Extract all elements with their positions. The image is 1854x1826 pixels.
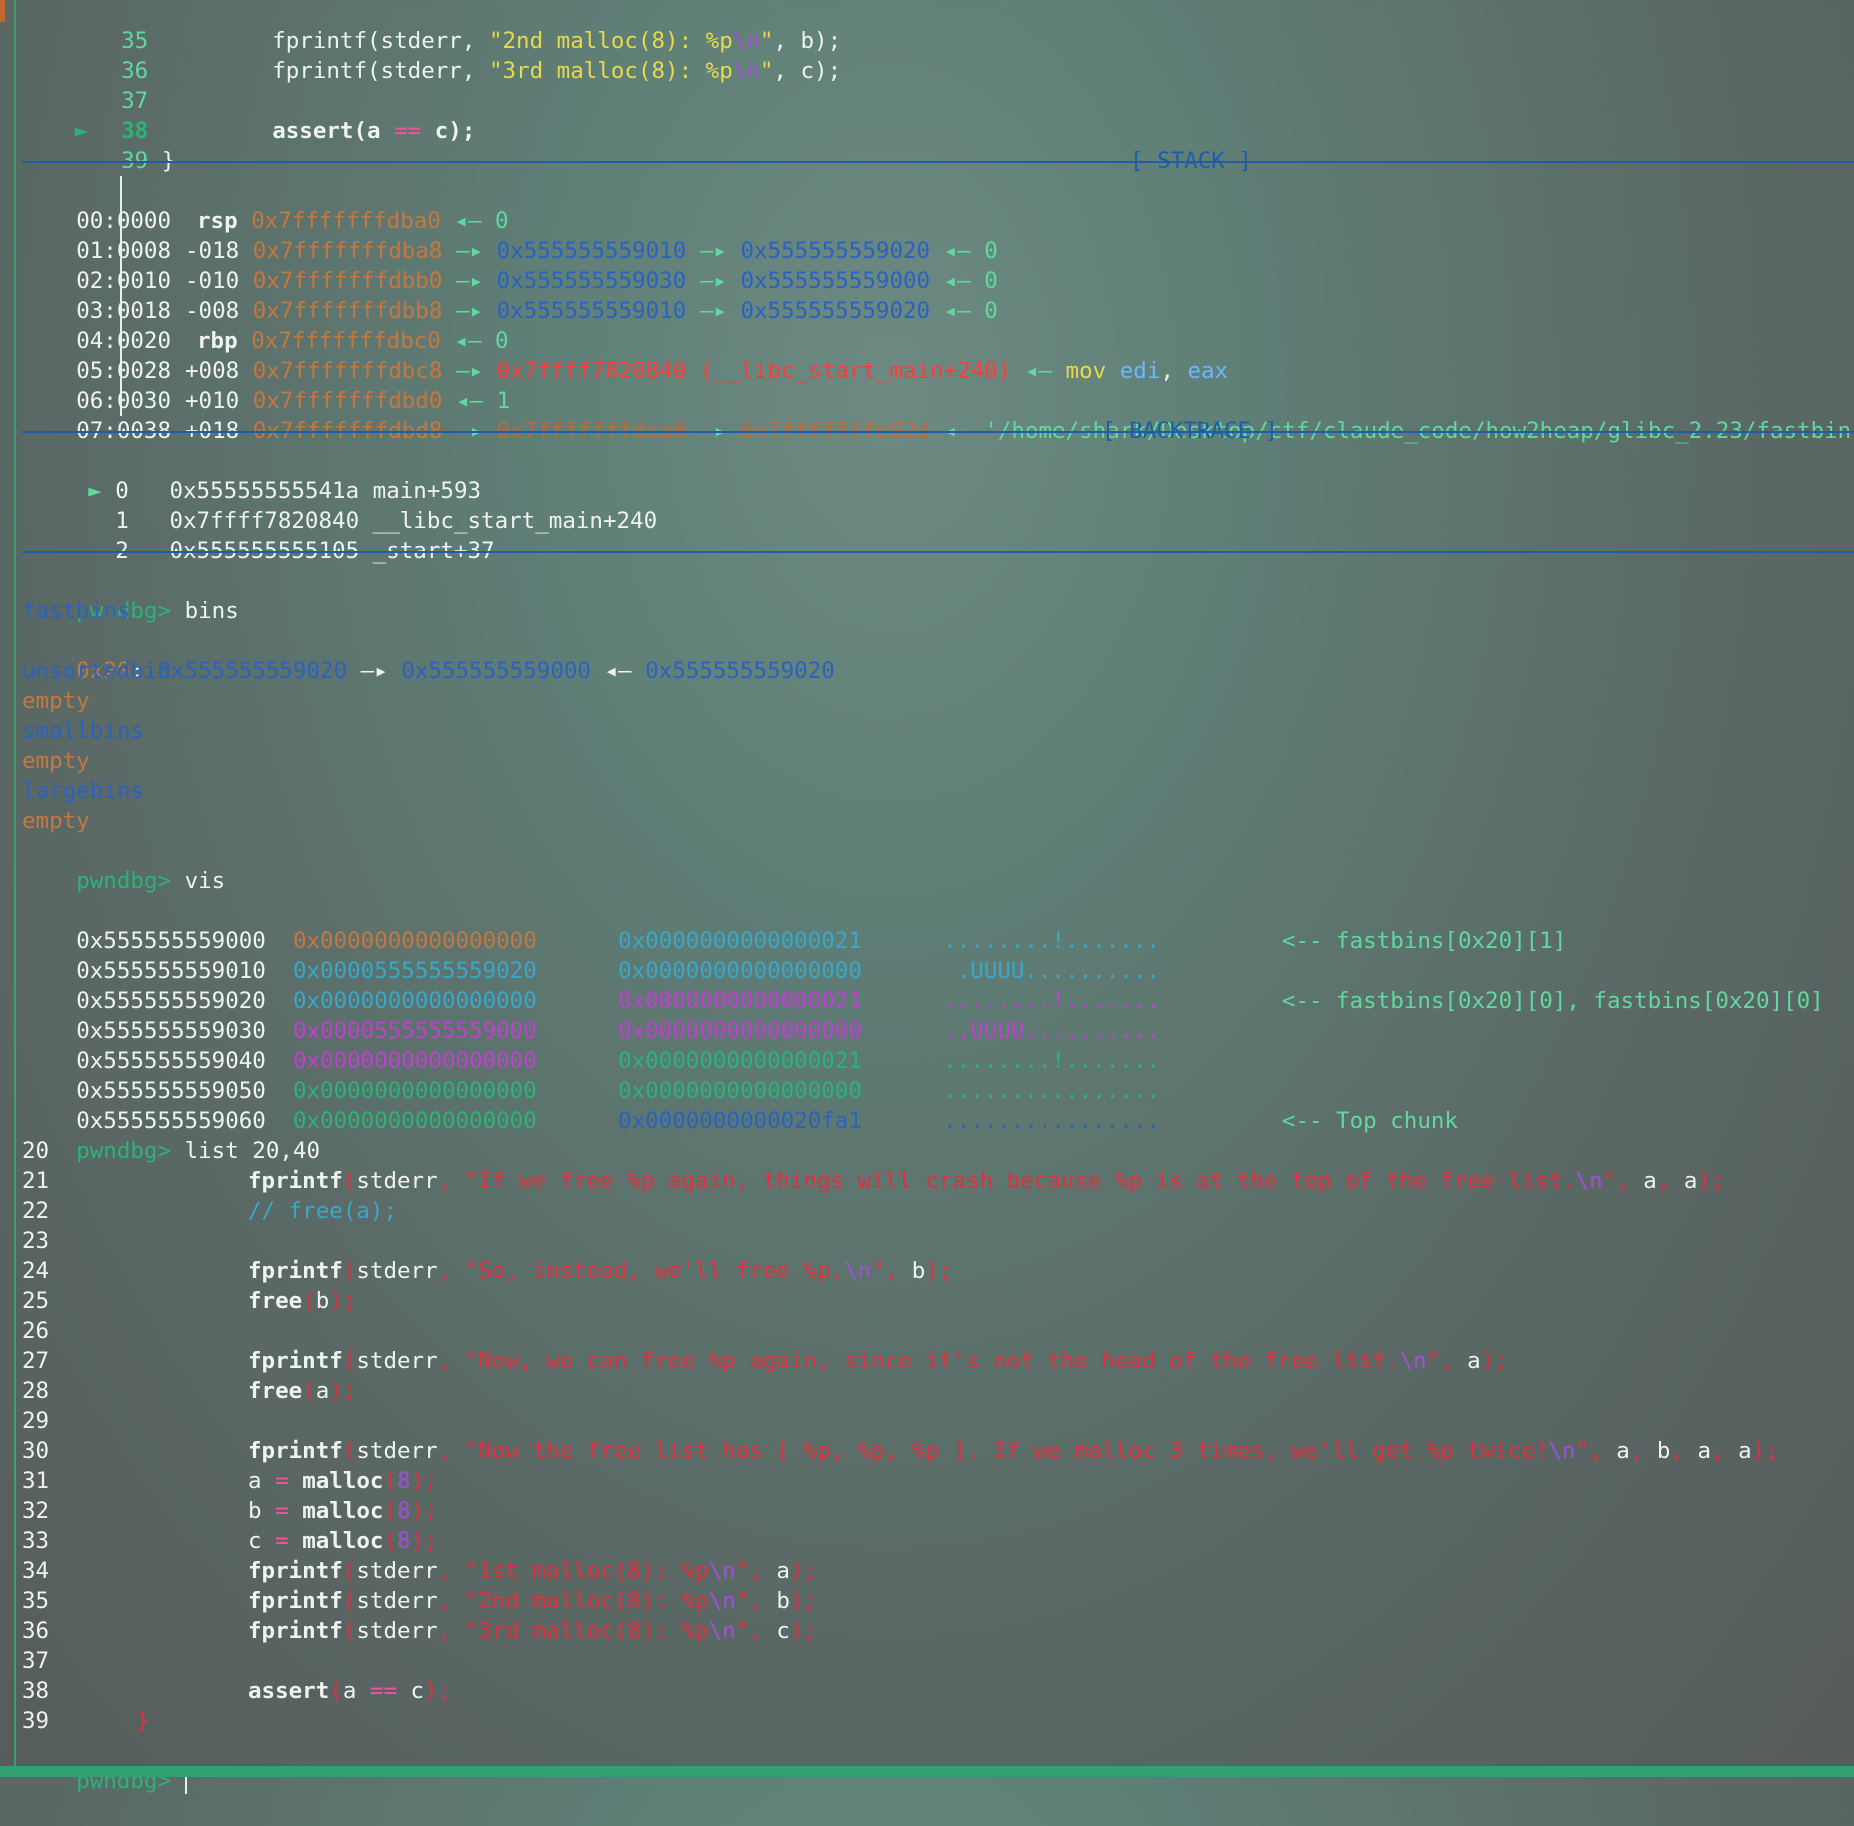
list-line: 27 fprintf(stderr, "Now, we can free %p a… [22,1348,1508,1374]
source-line: 37 [121,88,149,114]
list-line: 39} [22,1708,150,1734]
source-line: 35 fprintf(stderr, "2nd malloc(8): %p\n",… [121,28,842,54]
vis-row: 0x555555559040 0x0000000000000000 0x0000… [76,1048,1160,1074]
vis-row: 0x555555559020 0x0000000000000000 0x0000… [76,988,1824,1014]
pane-left-border [14,0,16,1766]
stack-row: 01:0008 -018 0x7fffffffdba8 —▸ 0x55555555… [76,238,998,264]
stack-row: 06:0030 +010 0x7fffffffdbd0 ◂— 1 [76,388,511,414]
terminal-window[interactable]: 35 fprintf(stderr, "2nd malloc(8): %p\n",… [0,0,1854,1794]
stack-row: 07:0038 +018 0x7fffffffdbd8 —▸ 0x7fffffff… [76,418,1852,444]
backtrace-frame: 2 0x555555555105 _start+37 [115,538,495,564]
command-line[interactable]: pwndbg> list 20,40 [22,1106,320,1164]
list-line: 23 [22,1228,50,1254]
vis-row: 0x555555559030 0x0000555555559000 0x0000… [76,1018,1160,1044]
backtrace-title: [ BACKTRACE ] [1102,418,1279,444]
stack-row: 00:0000 rsp 0x7fffffffdba0 ◂— 0 [76,208,509,234]
list-line: 35 fprintf(stderr, "2nd malloc(8): %p\n",… [22,1588,817,1614]
source-line: 36 fprintf(stderr, "3rd malloc(8): %p\n",… [121,58,842,84]
vis-row: 0x555555559050 0x0000000000000000 0x0000… [76,1078,1160,1104]
stack-title: [ STACK ] [1130,148,1252,174]
stack-row: 05:0028 +008 0x7fffffffdbc8 —▸ 0x7ffff782… [76,358,1229,384]
vis-row: 0x555555559000 0x0000000000000000 0x0000… [76,928,1567,954]
list-line: 33 c = malloc(8); [22,1528,438,1554]
list-line: 22// free(a); [22,1198,398,1224]
vis-row: 0x555555559060 0x0000000000000000 0x0000… [76,1108,1458,1134]
bin-label-fastbins: fastbins [22,598,131,624]
list-line: 20 [22,1138,50,1164]
stack-row: 03:0018 -008 0x7fffffffdbb8 —▸ 0x55555555… [76,298,998,324]
context-end-separator [22,551,1854,553]
list-line: 24 fprintf(stderr, "So, instead, we'll fr… [22,1258,953,1284]
backtrace-frame: 1 0x7ffff7820840 __libc_start_main+240 [115,508,658,534]
list-line: 25 free(b); [22,1288,357,1314]
bin-empty: empty [22,748,90,774]
list-line: 31 a = malloc(8); [22,1468,438,1494]
list-line: 34 fprintf(stderr, "1st malloc(8): %p\n",… [22,1558,817,1584]
list-line: 26 [22,1318,50,1344]
list-line: 32 b = malloc(8); [22,1498,438,1524]
bin-label-largebins: largebins [22,778,144,804]
backtrace-frame: ► 0 0x55555555541a main+593 [88,478,482,504]
bin-empty: empty [22,688,90,714]
list-line: 21 fprintf(stderr, "If we free %p again, … [22,1168,1725,1194]
list-line: 28 free(a); [22,1378,357,1404]
prompt-input[interactable]: pwndbg> [22,1736,187,1794]
vis-row: 0x555555559010 0x0000555555559020 0x0000… [76,958,1160,984]
list-line: 30 fprintf(stderr, "Now the free list has… [22,1438,1779,1464]
list-line: 38 assert(a == c); [22,1678,452,1704]
stack-row: 04:0020 rbp 0x7fffffffdbc0 ◂— 0 [76,328,509,354]
stack-separator [22,161,1854,163]
list-line: 37 [22,1648,50,1674]
bin-label-smallbins: smallbins [22,718,144,744]
stack-row: 02:0010 -010 0x7fffffffdbb0 —▸ 0x55555555… [76,268,998,294]
list-line: 36 fprintf(stderr, "3rd malloc(8): %p\n",… [22,1618,817,1644]
command-line[interactable]: pwndbg> bins [22,566,239,624]
bin-label-unsortedbin: unsortedbin [22,658,172,684]
backtrace-separator [22,431,1854,433]
list-line: 29 [22,1408,50,1434]
command-line[interactable]: pwndbg> vis [22,836,225,894]
bin-empty: empty [22,808,90,834]
source-line: 39 } [121,148,176,174]
status-bar [0,1766,1854,1777]
fastbin-chain: 0x20: 0x555555559020 —▸ 0x555555559000 ◂… [76,658,835,684]
source-line-current: ► 38 assert(a == c); [0,86,476,144]
